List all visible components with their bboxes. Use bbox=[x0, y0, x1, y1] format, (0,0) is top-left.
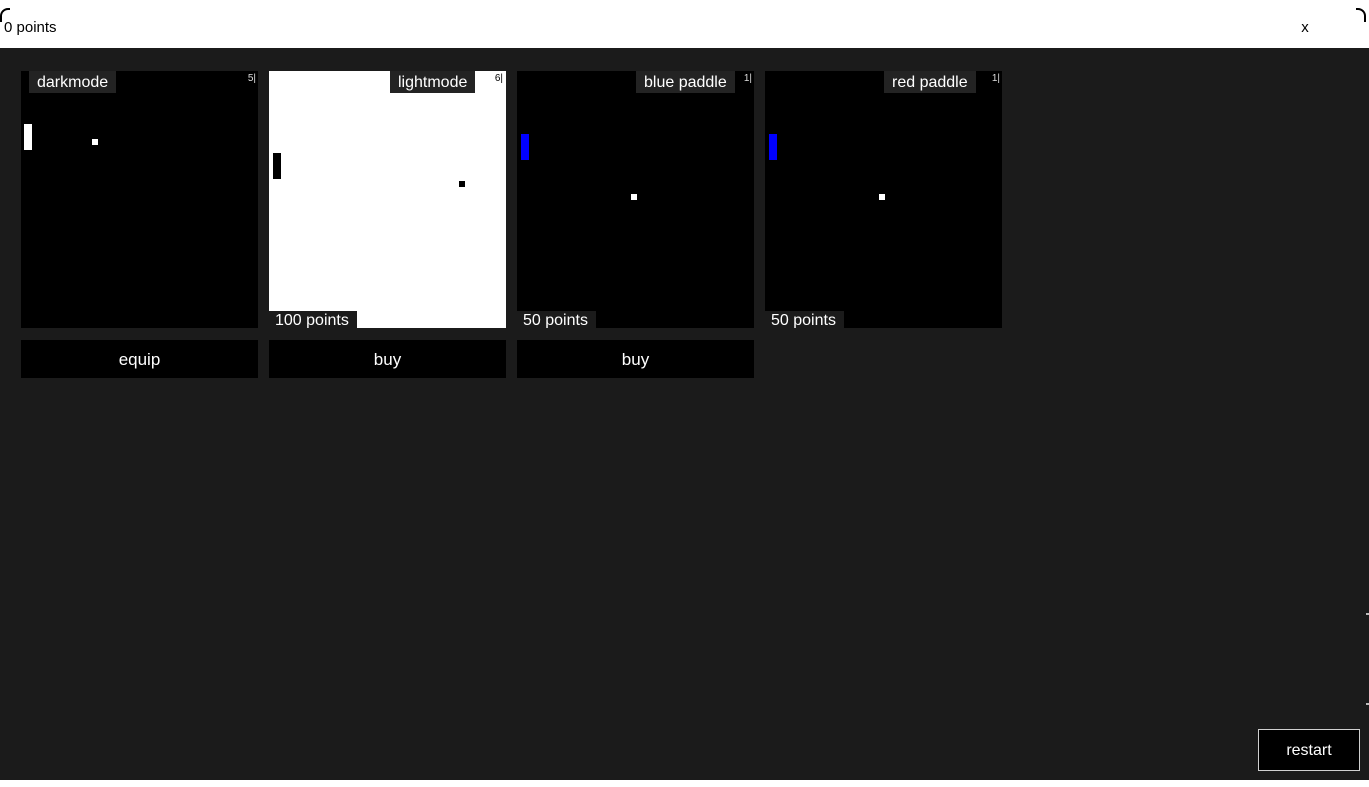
item-count: 6| bbox=[493, 73, 504, 85]
close-button[interactable]: x bbox=[1290, 14, 1320, 42]
item-name: red paddle bbox=[884, 71, 976, 93]
ball-preview bbox=[459, 181, 465, 187]
shop-item-darkmode: darkmode 5| bbox=[21, 71, 258, 328]
item-count: 1| bbox=[743, 73, 752, 84]
ball-preview bbox=[92, 139, 98, 145]
shop-item-blue-paddle: blue paddle 1| 50 points bbox=[517, 71, 754, 328]
item-count: 5| bbox=[247, 73, 256, 84]
shop-window: 0 points x darkmode 5| equip lightmode 6… bbox=[0, 0, 1369, 787]
paddle-preview bbox=[521, 134, 529, 160]
points-counter: 0 points bbox=[4, 19, 57, 36]
buy-button-lightmode[interactable]: buy bbox=[269, 340, 506, 378]
buy-button-blue-paddle[interactable]: buy bbox=[517, 340, 754, 378]
ball-preview bbox=[879, 194, 885, 200]
title-bar: 0 points x bbox=[0, 0, 1369, 48]
window-corner-right bbox=[1356, 8, 1366, 22]
equip-button[interactable]: equip bbox=[21, 340, 258, 378]
shop-item-red-paddle: red paddle 1| 50 points bbox=[765, 71, 1002, 328]
paddle-preview bbox=[769, 134, 777, 160]
item-name: blue paddle bbox=[636, 71, 735, 93]
shop-panel: darkmode 5| equip lightmode 6| 100 point… bbox=[0, 48, 1369, 780]
item-price: 100 points bbox=[269, 311, 357, 328]
ball-preview bbox=[631, 194, 637, 200]
paddle-preview bbox=[273, 153, 281, 179]
item-count: 1| bbox=[991, 73, 1000, 84]
paddle-preview bbox=[24, 124, 32, 150]
window-bottom-edge bbox=[0, 780, 1369, 787]
restart-button[interactable]: restart bbox=[1258, 729, 1360, 771]
shop-item-lightmode: lightmode 6| 100 points bbox=[269, 71, 506, 328]
item-price: 50 points bbox=[517, 311, 596, 328]
item-name: darkmode bbox=[29, 71, 117, 93]
item-price: 50 points bbox=[765, 311, 844, 328]
item-name: lightmode bbox=[390, 71, 476, 93]
